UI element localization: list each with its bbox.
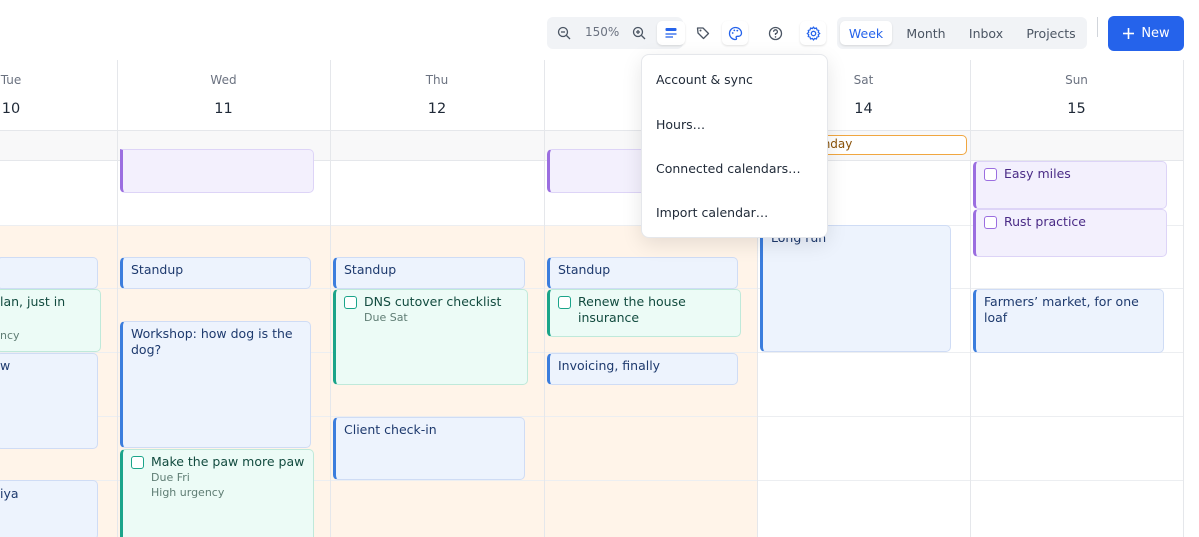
zoom-in-icon [632,26,646,40]
event-fri-task[interactable]: Renew the house insurance [547,289,741,337]
zoom-out-button[interactable] [550,21,578,45]
tab-week[interactable]: Week [840,21,892,45]
day-name-tue: Tue [0,73,22,87]
list-layout-icon [665,28,677,38]
event-title: lan, just in [0,294,66,309]
day-number-sun: 15 [1067,101,1086,117]
event-sun-rust[interactable]: Rust practice [973,209,1167,257]
event-title: Standup [131,262,184,277]
palette-icon [728,26,742,40]
menu-item-connected-calendars[interactable]: Connected calendars… [656,161,801,176]
event-title: Farmers’ market, for one loaf [984,294,1139,325]
task-checkbox[interactable] [984,168,997,181]
day-name-thu: Thu [425,73,449,87]
layout-toggle-button[interactable] [657,21,685,45]
event-title: Make the paw more paw [151,454,305,469]
day-number-wed: 11 [214,101,233,117]
tag-icon [696,27,710,40]
task-checkbox[interactable] [131,456,144,469]
event-title: DNS cutover checklist [364,294,502,309]
help-button[interactable] [762,21,788,45]
tab-inbox[interactable]: Inbox [960,21,1012,45]
column-divider [117,60,118,537]
event-title: w [0,358,11,373]
settings-menu: Account & sync Hours… Connected calendar… [641,54,828,238]
event-title: Standup [558,262,611,277]
task-checkbox[interactable] [558,296,571,309]
plus-icon [1123,28,1135,39]
column-divider [330,60,331,537]
event-title: Workshop: how dog is the dog? [131,326,293,357]
zoom-group: 150% [547,17,685,49]
event-wed-standup[interactable]: Standup [120,257,311,289]
event-tue-task[interactable]: lan, just in ncy [0,289,101,352]
event-title: iya [0,486,19,501]
help-icon [768,26,782,40]
menu-item-import-calendar[interactable]: Import calendar… [656,205,768,220]
event-tue-standup[interactable] [0,257,98,289]
event-title: Client check-in [344,422,437,437]
event-fri-invoicing[interactable]: Invoicing, finally [547,353,738,385]
zoom-out-icon [557,26,571,40]
event-thu-checkin[interactable]: Client check-in [333,417,525,480]
event-sun-market[interactable]: Farmers’ market, for one loaf [973,289,1164,353]
column-divider [1183,60,1184,537]
tab-month[interactable]: Month [900,21,952,45]
event-fri-standup[interactable]: Standup [547,257,738,289]
event-cut-wed[interactable] [120,149,314,193]
event-title: Easy miles [1004,166,1071,181]
tab-projects[interactable]: Projects [1020,21,1082,45]
zoom-level: 150% [585,25,620,39]
event-sun-easy-miles[interactable]: Easy miles [973,161,1167,209]
settings-button[interactable] [800,21,826,45]
event-thu-standup[interactable]: Standup [333,257,525,289]
toolbar: 150% Week Month Inbox Projects New [0,0,1199,60]
menu-item-account-sync[interactable]: Account & sync [656,72,753,87]
day-number-tue: 10 [1,101,21,117]
event-urgency: ncy [0,329,20,342]
event-tue-block[interactable]: w [0,353,98,449]
zoom-in-button[interactable] [625,21,653,45]
task-due: Due Fri [151,471,190,484]
theme-button[interactable] [722,21,748,45]
event-title: Standup [344,262,397,277]
week-grid: Tue 10 Wed 11 Thu 12 Sat 14 Sun 15 thday… [0,60,1184,537]
event-title: Renew the house insurance [578,294,686,325]
tags-button[interactable] [690,21,716,45]
column-divider [544,60,545,537]
event-sat-long-run[interactable]: Long run [760,225,951,352]
event-tue-meeting[interactable]: iya [0,480,98,537]
new-button[interactable]: New [1108,16,1184,51]
view-switcher: Week Month Inbox Projects [837,17,1087,49]
event-title: Invoicing, finally [558,358,661,373]
day-name-wed: Wed [210,73,237,87]
toolbar-divider [1097,17,1098,37]
menu-item-hours[interactable]: Hours… [656,117,705,132]
new-button-label: New [1141,26,1170,41]
task-checkbox[interactable] [984,216,997,229]
event-thu-task[interactable]: DNS cutover checklist Due Sat [333,289,528,385]
event-wed-task[interactable]: Make the paw more paw Due Fri High urgen… [120,449,314,537]
gear-icon [806,25,820,41]
day-name-sun: Sun [1065,73,1088,87]
event-wed-workshop[interactable]: Workshop: how dog is the dog? [120,321,311,448]
event-title: Rust practice [1004,214,1086,229]
day-number-thu: 12 [427,101,447,117]
task-checkbox[interactable] [344,296,357,309]
column-divider [970,60,971,537]
header-divider [0,130,1184,131]
task-due: Due Sat [364,311,408,324]
task-urgency: High urgency [151,486,225,499]
